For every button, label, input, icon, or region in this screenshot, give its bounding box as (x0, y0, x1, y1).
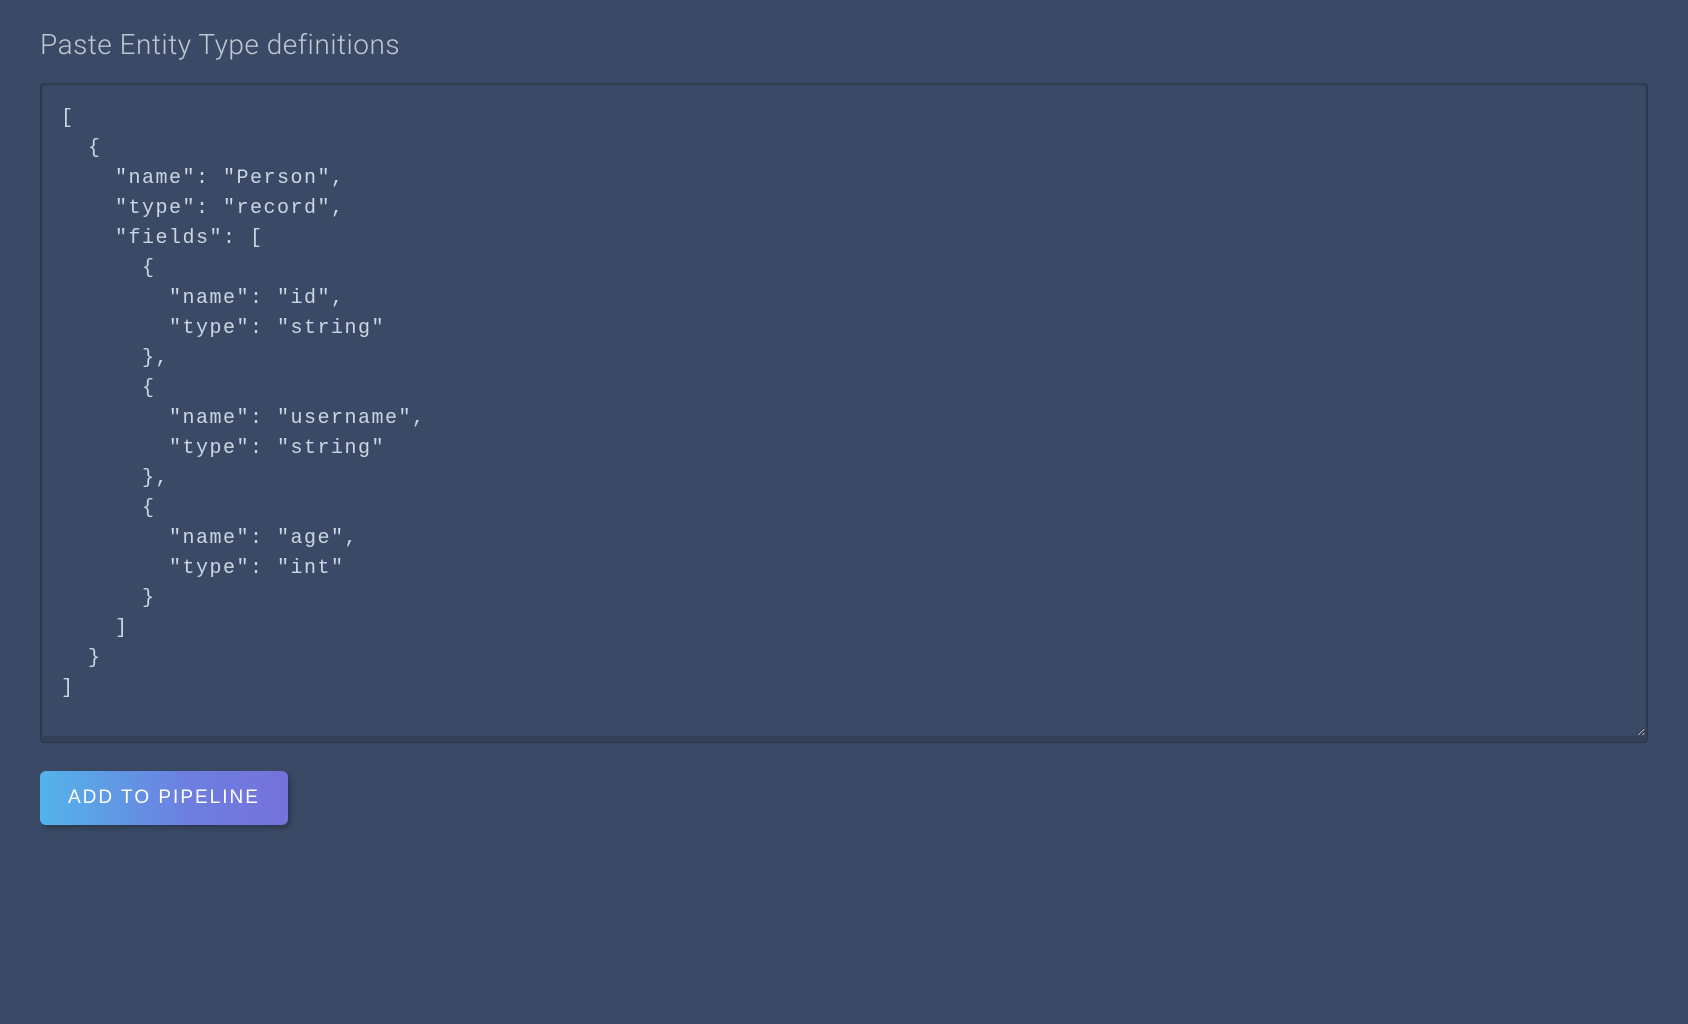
entity-definitions-textarea[interactable] (43, 86, 1645, 736)
page-title: Paste Entity Type definitions (40, 28, 1648, 61)
definitions-textarea-wrap (40, 83, 1648, 743)
add-to-pipeline-button[interactable]: ADD TO PIPELINE (40, 771, 288, 825)
